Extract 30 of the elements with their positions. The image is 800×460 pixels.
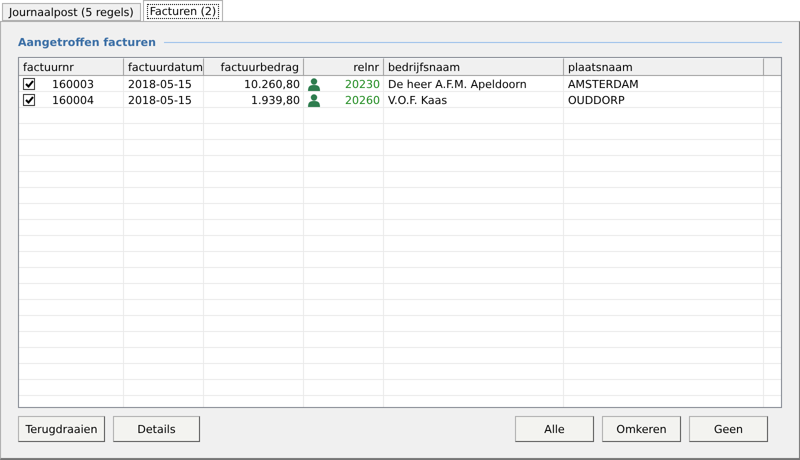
table-cell: De heer A.F.M. Apeldoorn [388,78,527,90]
column-header[interactable]: relnr [304,58,384,75]
button[interactable]: Omkeren [602,416,681,442]
table-cell: 1.939,80 [251,94,300,106]
button[interactable]: Alle [515,416,594,442]
table-cell: 20230 [345,78,380,90]
button[interactable]: Terugdraaien [18,416,105,442]
column-header[interactable]: bedrijfsnaam [384,58,564,75]
table-cell: 20260 [345,94,380,106]
table-cell: 10.260,80 [244,78,300,90]
column-header[interactable]: plaatsnaam [564,58,764,75]
person-icon [308,94,320,106]
column-header[interactable]: factuurnr [19,58,124,75]
column-header[interactable]: factuurdatum [124,58,204,75]
table-cell: V.O.F. Kaas [388,94,448,106]
column-header[interactable]: factuurbedrag [204,58,304,75]
checkbox[interactable] [23,78,35,90]
table-cell: 2018-05-15 [128,94,192,106]
tab[interactable]: Facturen (2) [142,0,224,21]
table-cell: 2018-05-15 [128,78,192,90]
button[interactable]: Details [113,416,200,442]
button[interactable]: Geen [689,416,768,442]
table-cell: 160003 [52,78,94,90]
tab[interactable]: Journaalpost (5 regels) [2,3,141,21]
person-icon [308,78,320,90]
table-cell: AMSTERDAM [568,78,639,90]
table-cell: OUDDORP [568,94,625,106]
table-cell: 160004 [52,94,94,106]
section-title: Aangetroffen facturen [18,36,156,49]
checkbox[interactable] [23,94,35,106]
